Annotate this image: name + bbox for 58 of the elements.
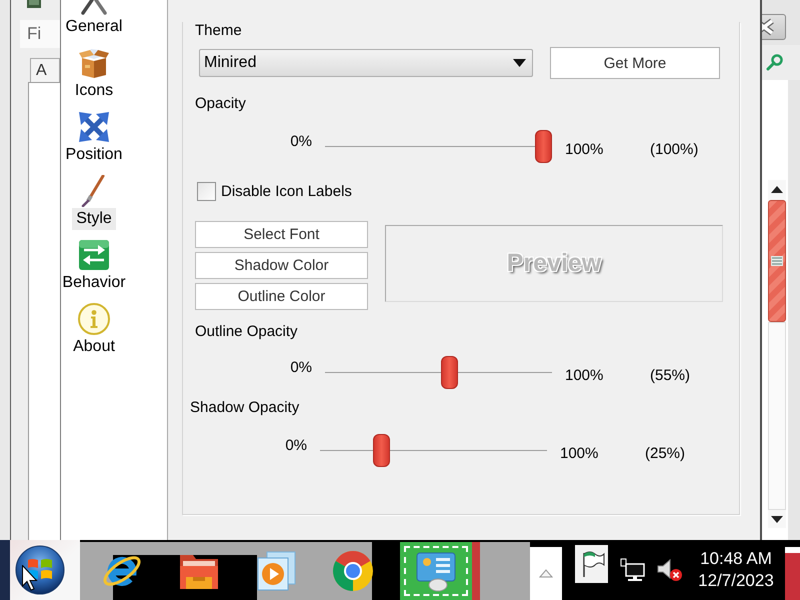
info-icon bbox=[78, 303, 110, 335]
slider-min-label: 0% bbox=[290, 133, 312, 151]
taskbar-band bbox=[472, 542, 530, 600]
caret-down-icon bbox=[513, 59, 526, 67]
font-option-button[interactable]: Select Font bbox=[195, 221, 368, 248]
slider-max-label: 100% bbox=[560, 444, 598, 462]
window-icon bbox=[27, 0, 41, 8]
close-button[interactable] bbox=[762, 14, 786, 40]
checkbox-label: Disable Icon Labels bbox=[221, 182, 352, 200]
slider-value-label: (25%) bbox=[645, 444, 686, 462]
caret-down-icon[interactable] bbox=[771, 516, 783, 522]
slider-min-label: 0% bbox=[290, 359, 312, 377]
font-option-button[interactable]: Shadow Color bbox=[195, 252, 368, 279]
theme-label: Theme bbox=[195, 22, 242, 40]
four-arrows-icon bbox=[78, 111, 110, 143]
caret-up-icon[interactable] bbox=[771, 186, 783, 192]
speaker-icon[interactable] bbox=[656, 558, 682, 582]
preview-text: Preview bbox=[506, 249, 602, 278]
swap-arrows-icon bbox=[78, 239, 110, 271]
sidebar-item[interactable]: Icons bbox=[70, 47, 118, 102]
scrollbar-thumb[interactable] bbox=[768, 200, 786, 322]
cursor-icon bbox=[22, 565, 38, 591]
slider-max-label: 100% bbox=[565, 366, 604, 384]
slider-thumb[interactable] bbox=[372, 434, 390, 467]
clock-time: 10:48 AM bbox=[700, 548, 772, 570]
clock-date: 12/7/2023 bbox=[698, 570, 774, 592]
network-icon[interactable] bbox=[620, 558, 646, 582]
start-orb-icon[interactable] bbox=[15, 545, 65, 595]
slider-value-label: (100%) bbox=[650, 140, 698, 158]
theme-dropdown[interactable]: Minired bbox=[199, 49, 533, 77]
sidebar-item[interactable]: Position bbox=[62, 111, 126, 166]
round-logo-icon[interactable] bbox=[332, 550, 374, 592]
menu-tab[interactable]: Fi bbox=[20, 20, 60, 48]
slider-label: Shadow Opacity bbox=[190, 399, 300, 417]
tool-handles-icon bbox=[80, 0, 107, 15]
sidebar-item[interactable]: Behavior bbox=[58, 239, 130, 294]
slider-label: Opacity bbox=[195, 95, 246, 113]
slider-min-label: 0% bbox=[285, 437, 307, 455]
caret-up-icon bbox=[539, 569, 553, 578]
sidebar-item[interactable]: General bbox=[62, 0, 126, 38]
sidebar-item[interactable]: Style bbox=[72, 175, 116, 230]
checkbox[interactable] bbox=[197, 182, 216, 201]
slider-thumb[interactable] bbox=[535, 130, 552, 163]
grip-icon bbox=[771, 256, 783, 266]
flag-icon[interactable] bbox=[575, 545, 608, 583]
start-button[interactable] bbox=[10, 540, 80, 600]
sidebar-item[interactable]: About bbox=[69, 303, 119, 358]
slider-value-label: (55%) bbox=[650, 366, 690, 384]
font-option-button[interactable]: Outline Color bbox=[195, 283, 368, 310]
side-strip bbox=[0, 540, 10, 600]
search-icon[interactable] bbox=[766, 54, 783, 71]
box-icon bbox=[78, 47, 110, 79]
slider-label: Outline Opacity bbox=[195, 323, 298, 341]
get-more-button[interactable]: Get More bbox=[550, 47, 720, 79]
slider-max-label: 100% bbox=[565, 140, 604, 158]
tab[interactable]: A bbox=[30, 58, 60, 82]
slider-thumb[interactable] bbox=[440, 356, 458, 389]
show-desktop-button[interactable] bbox=[785, 547, 800, 600]
